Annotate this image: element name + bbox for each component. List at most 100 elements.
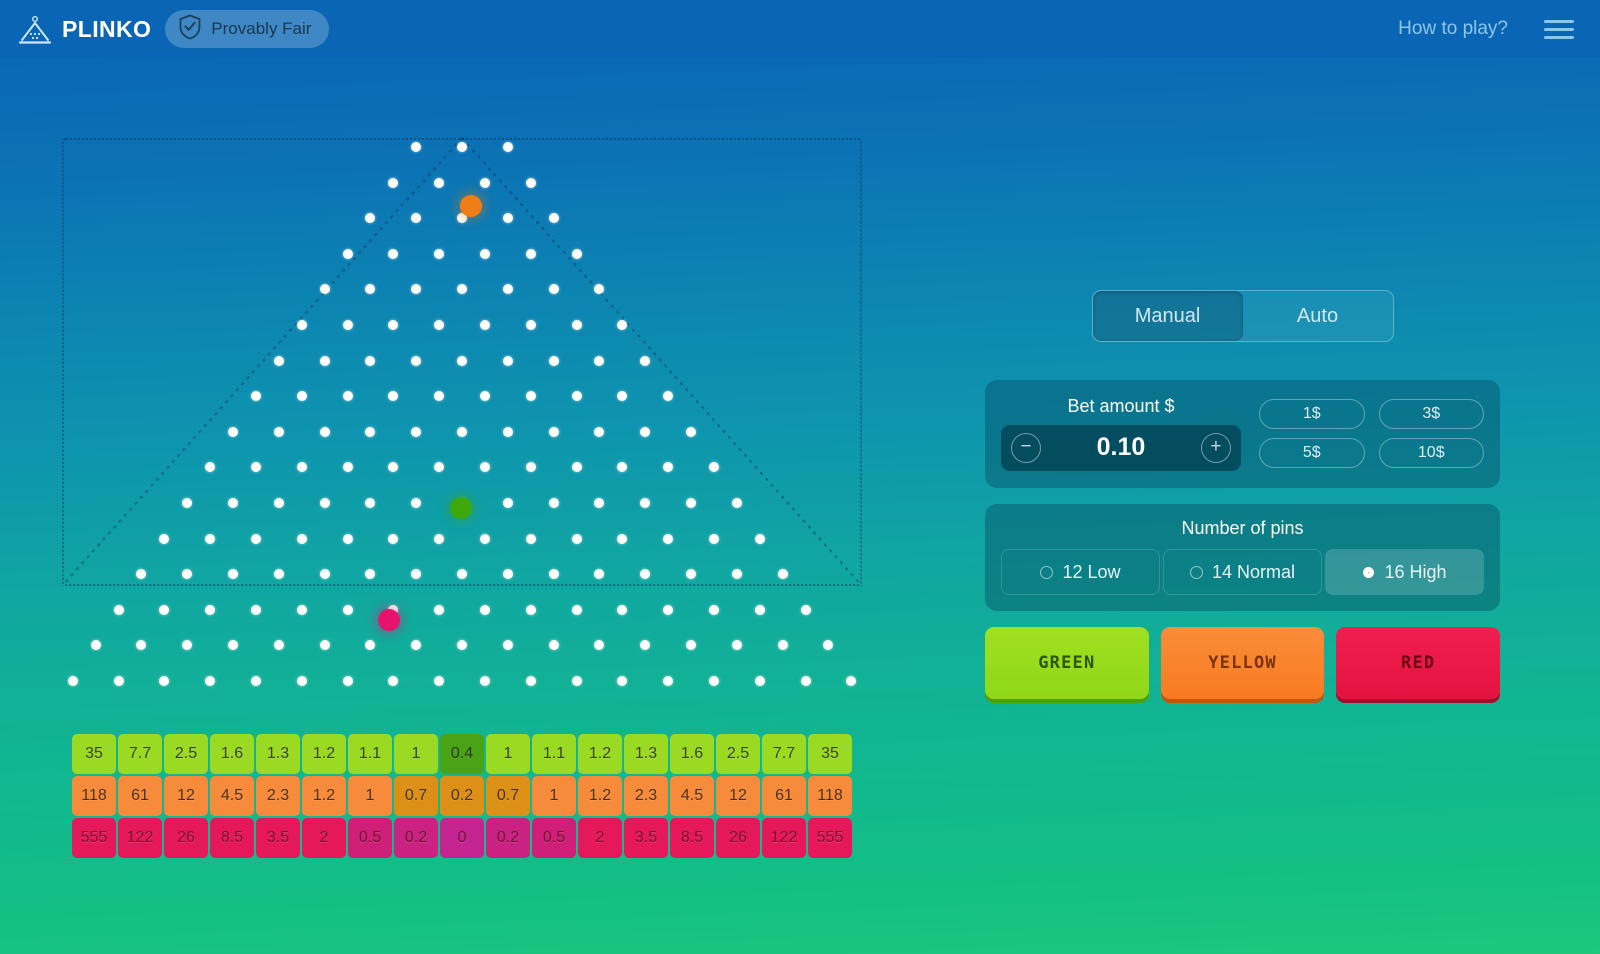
multiplier-row-yellow: 118 61 12 4.5 2.3 1.2 1 0.7 0.2 0.7 1 1.2 2.3 4.5 12 61… [72,776,852,816]
risk-button-red[interactable]: RED [1336,627,1501,699]
multiplier-cell: 0.4 [440,734,484,774]
multiplier-cell: 1 [394,734,438,774]
multiplier-cell: 0 [440,818,484,858]
pin [434,177,445,188]
pin [548,355,559,366]
pin [571,320,582,330]
how-to-play-link[interactable]: How to play? [1398,18,1508,40]
quick-bet-10[interactable]: 10$ [1378,437,1484,468]
risk-buttons: GREEN YELLOW RED [985,627,1501,699]
multiplier-cell: 0.5 [348,818,392,858]
pin [296,604,307,615]
pin [525,320,536,330]
tab-manual[interactable]: Manual [1092,291,1243,341]
pin [342,320,353,330]
quick-bet-3[interactable]: 3$ [1378,398,1484,429]
pin [800,676,811,686]
pin [754,676,765,686]
pin [411,355,422,366]
multiplier-cell: 7.7 [762,734,806,774]
multiplier-grid: 35 7.7 2.5 1.6 1.3 1.2 1.1 1 0.4 1 1.1 1.2 1.3 1.6 2.5… [72,734,852,860]
bet-amount-group: Bet amount $ − 0.10 + [1001,396,1241,471]
pin [548,284,559,295]
pin [67,676,78,686]
bet-amount-value[interactable]: 0.10 [1097,433,1146,462]
multiplier-row-red: 555 122 26 8.5 3.5 2 0.5 0.2 0 0.2 0.5 2 3.5 8.5 26 122… [72,818,852,858]
multiplier-cell: 0.2 [394,818,438,858]
multiplier-cell: 1 [486,734,530,774]
pin [525,604,536,615]
multiplier-cell: 0.2 [440,776,484,816]
minus-circle-icon[interactable]: − [1011,432,1041,463]
pin [571,391,582,402]
pin [708,676,719,686]
pin [708,604,719,615]
pin [777,640,788,651]
pin [342,248,353,259]
pin [731,498,742,508]
mode-toggle[interactable]: Manual Auto [1091,290,1394,342]
bet-amount-card: Bet amount $ − 0.10 + 1$ 3$ 5$ 10$ [985,380,1500,488]
pin [273,426,284,437]
pin [388,177,399,188]
pin [548,569,559,580]
pin [548,640,559,651]
pin [479,320,490,330]
pin [640,355,651,366]
pin [571,533,582,544]
risk-button-green[interactable]: GREEN [985,627,1149,699]
multiplier-cell: 1.1 [348,734,392,774]
multiplier-cell: 26 [164,818,208,858]
bet-amount-stepper[interactable]: − 0.10 + [1001,424,1241,471]
logo-group[interactable]: PLINKO [18,14,151,44]
ball-pink [378,609,400,631]
multiplier-cell: 2.5 [716,734,760,774]
pin [594,355,605,366]
multiplier-cell: 8.5 [210,818,254,858]
multiplier-cell: 1.2 [302,776,346,816]
risk-button-yellow[interactable]: YELLOW [1160,627,1325,699]
hamburger-menu-icon[interactable] [1544,19,1574,39]
pin-option-label: 16 High [1384,561,1447,582]
plinko-board-icon [18,14,52,44]
multiplier-cell: 3.5 [624,818,668,858]
pin [434,604,445,615]
multiplier-cell: 2.3 [256,776,300,816]
pin [708,533,719,544]
pin [342,462,353,473]
plus-circle-icon[interactable]: + [1200,432,1231,463]
pin [525,248,536,259]
provably-fair-label: Provably Fair [211,19,312,38]
pin [228,426,238,437]
plinko-board: 35 7.7 2.5 1.6 1.3 1.2 1.1 1 0.4 1 1.1 1.2 1.3 1.6 2.5… [0,58,900,938]
pin [159,533,170,544]
quick-bet-1[interactable]: 1$ [1259,398,1365,429]
tab-auto[interactable]: Auto [1243,291,1393,341]
pin [342,604,353,615]
pin [502,569,513,580]
pin-option-12-low[interactable]: 12 Low [1001,549,1160,595]
multiplier-cell: 4.5 [670,776,714,816]
pin-option-14-normal[interactable]: 14 Normal [1163,549,1322,595]
pin [342,533,353,544]
pin-option-16-high[interactable]: 16 High [1325,549,1484,595]
multiplier-cell: 12 [716,776,760,816]
pin [273,498,284,508]
pin [319,284,330,295]
quick-bet-5[interactable]: 5$ [1259,437,1365,468]
pin [273,355,284,366]
pin [777,569,788,580]
pin [525,533,536,544]
pin [250,533,261,544]
multiplier-cell: 122 [762,818,806,858]
pin [319,426,330,437]
multiplier-cell: 61 [118,776,162,816]
pin [434,248,445,259]
provably-fair-badge[interactable]: Provably Fair [165,10,330,48]
pin [90,640,101,651]
multiplier-cell: 1.2 [578,734,622,774]
pin [228,498,238,508]
pin [502,213,513,224]
radio-icon [1189,565,1203,579]
pin [319,569,330,580]
